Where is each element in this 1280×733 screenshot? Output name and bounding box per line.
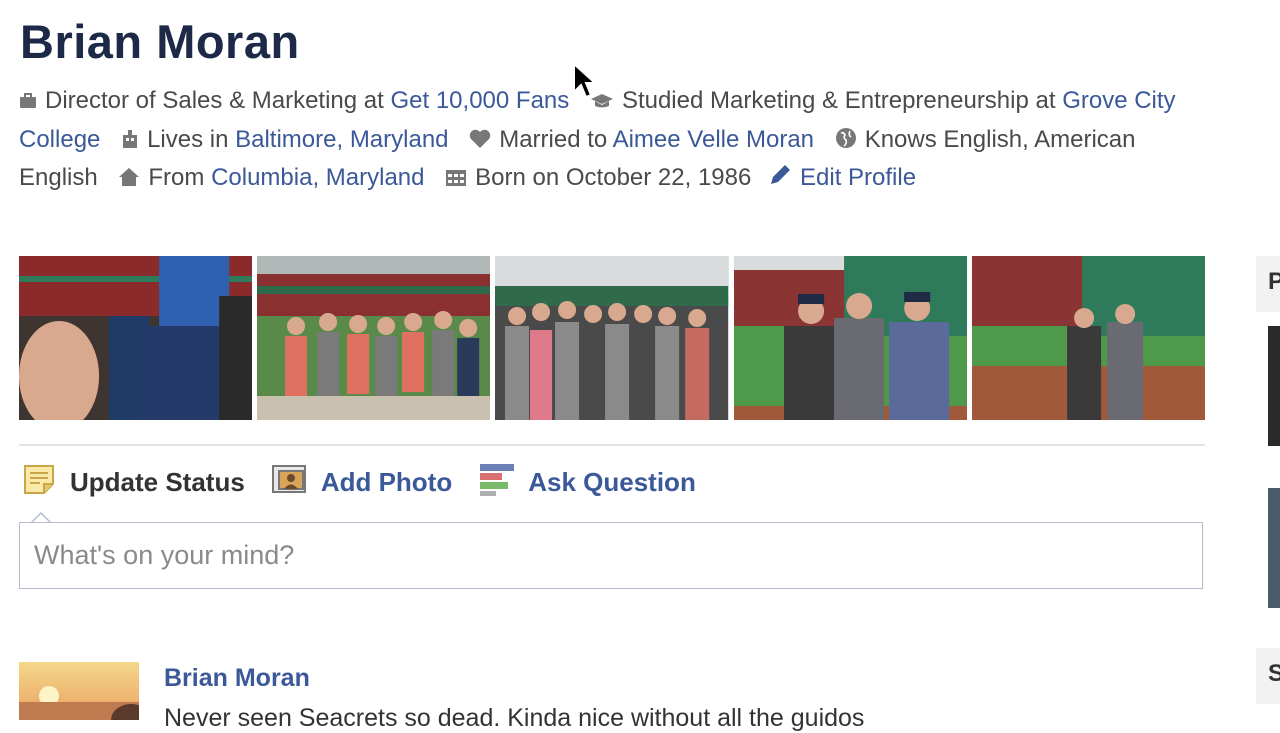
- born-date: Born on October 22, 1986: [475, 164, 752, 191]
- divider: [19, 444, 1205, 446]
- composer-tabs: Update Status Add Photo Ask Question: [22, 460, 722, 504]
- right-card-1-label: P: [1268, 268, 1280, 295]
- work-link[interactable]: Get 10,000 Fans: [390, 87, 569, 114]
- tab-update-status[interactable]: Update Status: [22, 462, 245, 503]
- right-thumb-2[interactable]: [1268, 488, 1280, 608]
- globe-icon: [835, 124, 857, 161]
- photo-strip: [19, 256, 1206, 420]
- briefcase-icon: [19, 85, 37, 122]
- heart-icon: [469, 124, 491, 161]
- tab-add-photo[interactable]: Add Photo: [271, 462, 452, 503]
- story-text: Never seen Seacrets so dead. Kinda nice …: [164, 704, 865, 732]
- profile-name: Brian Moran: [20, 15, 300, 68]
- status-box[interactable]: [19, 522, 1203, 589]
- tab-ask-question-label: Ask Question: [528, 466, 696, 497]
- tab-add-photo-label: Add Photo: [320, 466, 453, 497]
- tab-ask-question[interactable]: Ask Question: [478, 461, 696, 504]
- lives-prefix: Lives in: [147, 125, 229, 153]
- right-column: P S: [1256, 256, 1280, 720]
- from-prefix: From: [148, 164, 205, 191]
- tab-update-status-label: Update Status: [70, 466, 245, 497]
- profile-info: Director of Sales & Marketing at Get 10,…: [19, 83, 1209, 199]
- mouse-pointer-icon: [572, 61, 598, 105]
- home-icon: [118, 162, 140, 199]
- from-link[interactable]: Columbia, Maryland: [211, 164, 424, 191]
- lives-link[interactable]: Baltimore, Maryland: [235, 126, 448, 153]
- right-card-2-label: S: [1268, 660, 1280, 687]
- photo-icon: [271, 462, 309, 503]
- edit-profile-link[interactable]: Edit Profile: [800, 164, 916, 191]
- house-icon: [121, 124, 139, 161]
- work-prefix: Director of Sales & Marketing at: [45, 87, 384, 114]
- study-prefix: Studied Marketing & Entrepreneurship at: [621, 87, 1056, 114]
- profile-photo-3[interactable]: [495, 256, 729, 420]
- status-input[interactable]: [20, 523, 1202, 588]
- story-author-link[interactable]: Brian Moran: [164, 664, 310, 693]
- question-poll-icon: [478, 461, 516, 504]
- calendar-icon: [445, 162, 467, 199]
- pencil-icon: [768, 162, 792, 199]
- right-thumb-1[interactable]: [1268, 326, 1280, 446]
- married-link[interactable]: Aimee Velle Moran: [613, 126, 814, 153]
- profile-photo-1[interactable]: [19, 256, 253, 420]
- profile-photo-5[interactable]: [971, 256, 1206, 420]
- story-author-avatar[interactable]: [19, 662, 139, 720]
- profile-photo-4[interactable]: [733, 256, 967, 420]
- profile-photo-2[interactable]: [257, 256, 491, 420]
- married-prefix: Married to: [499, 125, 608, 153]
- status-note-icon: [22, 462, 58, 503]
